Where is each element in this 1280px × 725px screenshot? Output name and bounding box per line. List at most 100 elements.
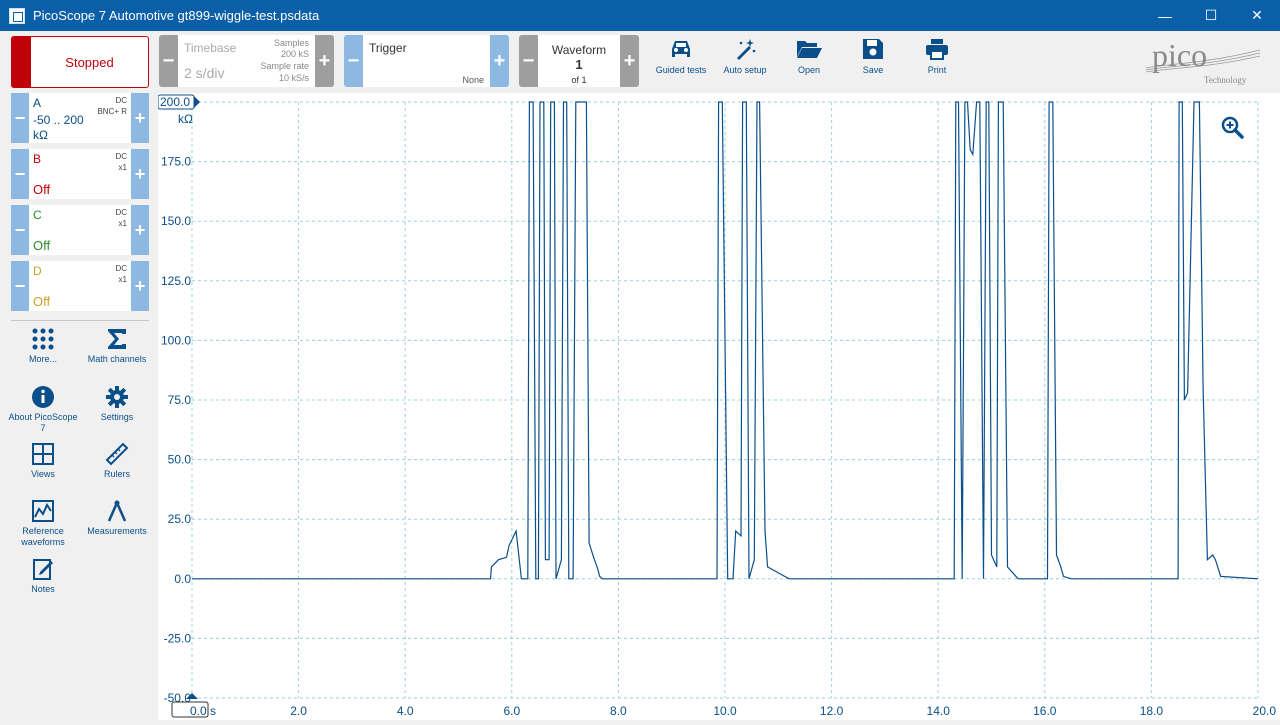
oscilloscope-chart[interactable]: -50.0-25.00.025.050.075.0100.0125.0150.0… xyxy=(157,93,1280,720)
channel-c-control[interactable]: − C DC x1 Off + xyxy=(11,205,149,255)
samples-label: Samples xyxy=(273,38,309,48)
minimize-button[interactable]: — xyxy=(1142,0,1188,31)
channel-c-increase-button[interactable]: + xyxy=(131,205,149,255)
channel-d-probe: x1 xyxy=(118,275,127,284)
timebase-value[interactable]: 2 s/div xyxy=(184,65,224,81)
y-axis-top-arrow xyxy=(194,96,200,108)
x-tick-label: 10.0 xyxy=(713,704,737,718)
channel-d-name: D xyxy=(33,264,42,278)
channel-d-increase-button[interactable]: + xyxy=(131,261,149,311)
channel-d-control[interactable]: − D DC x1 Off + xyxy=(11,261,149,311)
timebase-control: − Timebase 2 s/div Samples 200 kS Sample… xyxy=(159,35,334,87)
channel-c-coupling: DC xyxy=(115,208,127,217)
notes-label: Notes xyxy=(31,584,55,594)
sample-rate-label: Sample rate xyxy=(260,61,309,71)
channel-d-coupling: DC xyxy=(115,264,127,273)
channel-b-name: B xyxy=(33,152,42,166)
timebase-decrease-button[interactable]: − xyxy=(159,35,178,87)
save-button[interactable]: Save xyxy=(843,37,903,75)
open-label: Open xyxy=(797,65,821,75)
trigger-title: Trigger xyxy=(369,41,407,55)
reference-waveform-icon xyxy=(32,500,54,522)
run-stop-button[interactable]: Stopped xyxy=(11,36,149,88)
notes-icon xyxy=(33,559,53,580)
channel-b-increase-button[interactable]: + xyxy=(131,149,149,199)
magic-wand-icon xyxy=(737,39,756,60)
settings-label: Settings xyxy=(100,412,134,422)
guided-tests-button[interactable]: Guided tests xyxy=(651,37,711,75)
x-tick-label: 0.0 s xyxy=(190,704,216,718)
chart-grid xyxy=(191,101,1259,699)
channel-a-name: A xyxy=(33,96,42,110)
channel-b-state: Off xyxy=(33,182,51,197)
channel-d-decrease-button[interactable]: − xyxy=(11,261,29,311)
channel-b-probe: x1 xyxy=(118,163,127,172)
more-button[interactable]: More... xyxy=(8,327,78,365)
x-tick-label: 8.0 xyxy=(610,704,627,718)
channel-b-decrease-button[interactable]: − xyxy=(11,149,29,199)
settings-button[interactable]: Settings xyxy=(82,385,152,423)
channel-c-decrease-button[interactable]: − xyxy=(11,205,29,255)
zoom-icon[interactable] xyxy=(1221,116,1244,139)
notes-button[interactable]: Notes xyxy=(8,557,78,595)
views-button[interactable]: Views xyxy=(8,442,78,480)
channel-a-decrease-button[interactable]: − xyxy=(11,93,29,143)
channel-d-state: Off xyxy=(33,294,51,309)
channel-a-range: -50 .. 200 xyxy=(33,113,84,127)
gear-icon xyxy=(106,386,128,408)
auto-setup-button[interactable]: Auto setup xyxy=(715,37,775,75)
channel-a-control[interactable]: − A DC BNC+ R -50 .. 200 kΩ + xyxy=(11,93,149,143)
grid-dots-icon xyxy=(32,328,54,350)
rulers-label: Rulers xyxy=(103,469,130,479)
views-grid-icon xyxy=(32,443,54,465)
picoscope-app-icon xyxy=(9,7,25,24)
channel-a-unit: kΩ xyxy=(33,128,48,142)
maximize-button[interactable]: ☐ xyxy=(1188,0,1234,31)
channel-a-probe: BNC+ R xyxy=(97,107,127,116)
math-channels-button[interactable]: Math channels xyxy=(82,327,152,365)
trigger-mode[interactable]: None xyxy=(462,75,484,85)
waveform-next-button[interactable]: + xyxy=(620,35,639,87)
y-tick-label: 125.0 xyxy=(161,274,191,288)
measurements-button[interactable]: Measurements xyxy=(82,499,152,537)
compass-icon xyxy=(107,500,127,522)
print-label: Print xyxy=(927,65,947,75)
about-button[interactable]: About PicoScope 7 xyxy=(8,385,78,434)
x-tick-label: 16.0 xyxy=(1033,704,1057,718)
more-label: More... xyxy=(28,354,57,364)
channel-b-control[interactable]: − B DC x1 Off + xyxy=(11,149,149,199)
logo-text: pico xyxy=(1152,38,1207,73)
sidebar-divider xyxy=(11,320,149,321)
x-tick-label: 6.0 xyxy=(503,704,520,718)
channel-a-coupling: DC xyxy=(115,96,127,105)
y-axis-top-label: 200.0 xyxy=(160,95,190,109)
rulers-button[interactable]: Rulers xyxy=(82,442,152,480)
timebase-increase-button[interactable]: + xyxy=(315,35,334,87)
floppy-disk-icon xyxy=(863,39,883,59)
about-label: About PicoScope 7 xyxy=(8,412,78,433)
sidebar: − A DC BNC+ R -50 .. 200 kΩ + − B DC x1 Off… xyxy=(0,93,158,720)
ruler-icon xyxy=(105,442,129,466)
close-button[interactable]: ✕ xyxy=(1234,0,1280,31)
channel-b-coupling: DC xyxy=(115,152,127,161)
channel-c-name: C xyxy=(33,208,42,222)
x-axis-ticks: 0.0 s 2.0 4.0 6.0 8.0 10.0 12.0 14.0 16.0 18.0 20.… xyxy=(190,704,1276,718)
reference-waveforms-button[interactable]: Reference waveforms xyxy=(8,499,78,548)
auto-setup-label: Auto setup xyxy=(723,65,767,75)
print-button[interactable]: Print xyxy=(907,37,967,75)
open-button[interactable]: Open xyxy=(779,37,839,75)
title-bar: PicoScope 7 Automotive gt899-wiggle-test… xyxy=(0,0,1280,31)
sample-rate-value: 10 kS/s xyxy=(278,73,309,83)
scope-view[interactable]: -50.0 -25.0 0.0 25.0 50.0 75.0 100.0 125.0 150.0… xyxy=(157,93,1280,720)
car-icon xyxy=(672,41,690,57)
printer-icon xyxy=(926,39,948,60)
waveform-control: − Waveform 1 of 1 + xyxy=(519,35,639,87)
trigger-decrease-button[interactable]: − xyxy=(344,35,363,87)
samples-value[interactable]: 200 kS xyxy=(281,49,309,59)
channel-c-probe: x1 xyxy=(118,219,127,228)
channel-a-increase-button[interactable]: + xyxy=(131,93,149,143)
window-title: PicoScope 7 Automotive gt899-wiggle-test… xyxy=(33,8,320,23)
y-tick-label: 150.0 xyxy=(161,214,191,228)
trigger-control: − Trigger None + xyxy=(344,35,509,87)
trigger-increase-button[interactable]: + xyxy=(490,35,509,87)
